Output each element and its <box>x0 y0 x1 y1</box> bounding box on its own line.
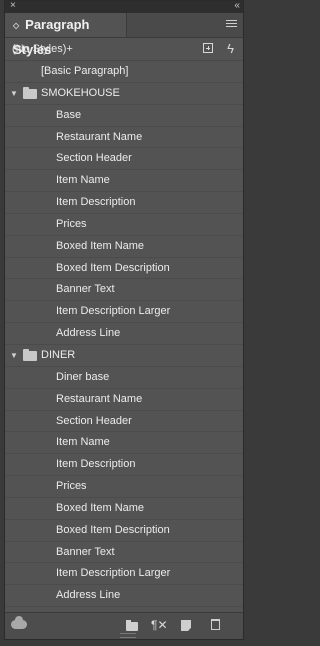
style-item[interactable]: Diner base <box>5 367 243 389</box>
style-group-label: DINER <box>41 348 76 361</box>
cc-libraries-icon[interactable] <box>11 616 27 629</box>
style-item[interactable]: Banner Text <box>5 542 243 564</box>
style-item-label: Boxed Item Name <box>56 239 145 252</box>
style-group-diner[interactable]: ▼ DINER <box>5 345 243 367</box>
collapse-icon[interactable]: ‹‹ <box>234 0 240 11</box>
style-item[interactable]: Address Line <box>5 323 243 345</box>
style-item-label: Address Line <box>56 589 121 602</box>
style-item[interactable]: Item Name <box>5 432 243 455</box>
current-style-bar: (No Styles)+ ϟ <box>5 38 243 61</box>
folder-icon[interactable] <box>126 620 138 631</box>
style-item-label: Item Name <box>56 174 110 187</box>
lightning-icon[interactable]: ϟ <box>227 38 234 60</box>
style-group-label: SMOKEHOUSE <box>41 86 120 99</box>
style-item-label: Restaurant Name <box>56 130 143 143</box>
panel-titlebar: × ‹‹ <box>5 0 243 13</box>
style-item-label: Item Description <box>56 196 136 209</box>
trash-icon[interactable] <box>211 619 220 630</box>
style-item[interactable]: Item Description <box>5 192 243 214</box>
tab-paragraph-styles[interactable]: ◇ Paragraph Styles <box>5 13 127 57</box>
hamburger-menu-icon[interactable] <box>226 20 237 29</box>
folder-icon <box>23 348 37 361</box>
resize-grip[interactable] <box>120 633 136 638</box>
folder-icon <box>23 86 37 99</box>
style-item[interactable]: Boxed Item Description <box>5 258 243 280</box>
up-down-arrows-icon: ◇ <box>13 21 20 30</box>
style-item[interactable]: Item Name <box>5 170 243 193</box>
panel-bottom-toolbar: ¶✕ <box>5 612 243 639</box>
style-item[interactable]: Prices <box>5 476 243 498</box>
style-item[interactable]: Section Header <box>5 411 243 433</box>
style-item[interactable]: Banner Text <box>5 279 243 302</box>
style-item-label: Section Header <box>56 414 132 427</box>
new-style-page-icon[interactable] <box>181 620 191 631</box>
style-item-label: Banner Text <box>56 283 115 296</box>
style-group-smokehouse[interactable]: ▼ SMOKEHOUSE <box>5 83 243 105</box>
style-item-label: Item Description Larger <box>56 305 171 318</box>
style-item-label: Boxed Item Name <box>56 501 145 514</box>
clear-overrides-icon[interactable]: ¶✕ <box>151 618 168 632</box>
style-item-label: Item Name <box>56 436 110 449</box>
style-item[interactable]: Item Description Larger <box>5 563 243 586</box>
style-item[interactable]: Boxed Item Name <box>5 498 243 520</box>
chevron-down-icon[interactable]: ▼ <box>10 345 18 367</box>
style-item-label: Section Header <box>56 152 132 165</box>
current-style-label: (No Styles)+ <box>12 43 73 55</box>
style-item[interactable]: Boxed Item Name <box>5 236 243 258</box>
style-item-label: Diner base <box>56 370 110 383</box>
style-item[interactable]: Prices <box>5 214 243 236</box>
style-item-label: Prices <box>56 217 87 230</box>
style-item-label: Banner Text <box>56 545 115 558</box>
panel-tab-row: ◇ Paragraph Styles <box>5 13 243 57</box>
paragraph-styles-panel: × ‹‹ ◇ Paragraph Styles (No Styles)+ ϟ [B… <box>4 0 244 640</box>
style-item-label: Base <box>56 108 82 121</box>
style-item-label: Address Line <box>56 327 121 340</box>
style-item-label: Prices <box>56 480 87 493</box>
style-item[interactable]: Restaurant Name <box>5 389 243 411</box>
style-item[interactable]: Address Line <box>5 585 243 608</box>
chevron-down-icon[interactable]: ▼ <box>10 83 18 105</box>
style-item[interactable]: Restaurant Name <box>5 127 243 149</box>
style-item-basic-paragraph[interactable]: [Basic Paragraph] <box>5 61 243 83</box>
style-item-label: Restaurant Name <box>56 392 143 405</box>
style-item-label: Item Description Larger <box>56 567 171 580</box>
new-style-icon[interactable] <box>203 43 213 53</box>
style-item-label: Boxed Item Description <box>56 523 170 536</box>
style-item[interactable]: Item Description <box>5 454 243 477</box>
style-item[interactable]: Section Header <box>5 148 243 171</box>
close-icon[interactable]: × <box>10 0 16 11</box>
style-list: [Basic Paragraph] ▼ SMOKEHOUSE Base Restaur… <box>5 61 243 613</box>
style-item-label: [Basic Paragraph] <box>41 65 129 77</box>
style-item[interactable]: Item Description Larger <box>5 301 243 324</box>
style-item-label: Item Description <box>56 458 136 471</box>
style-item[interactable]: Base <box>5 105 243 127</box>
style-item[interactable]: Boxed Item Description <box>5 520 243 542</box>
style-item-label: Boxed Item Description <box>56 261 170 274</box>
